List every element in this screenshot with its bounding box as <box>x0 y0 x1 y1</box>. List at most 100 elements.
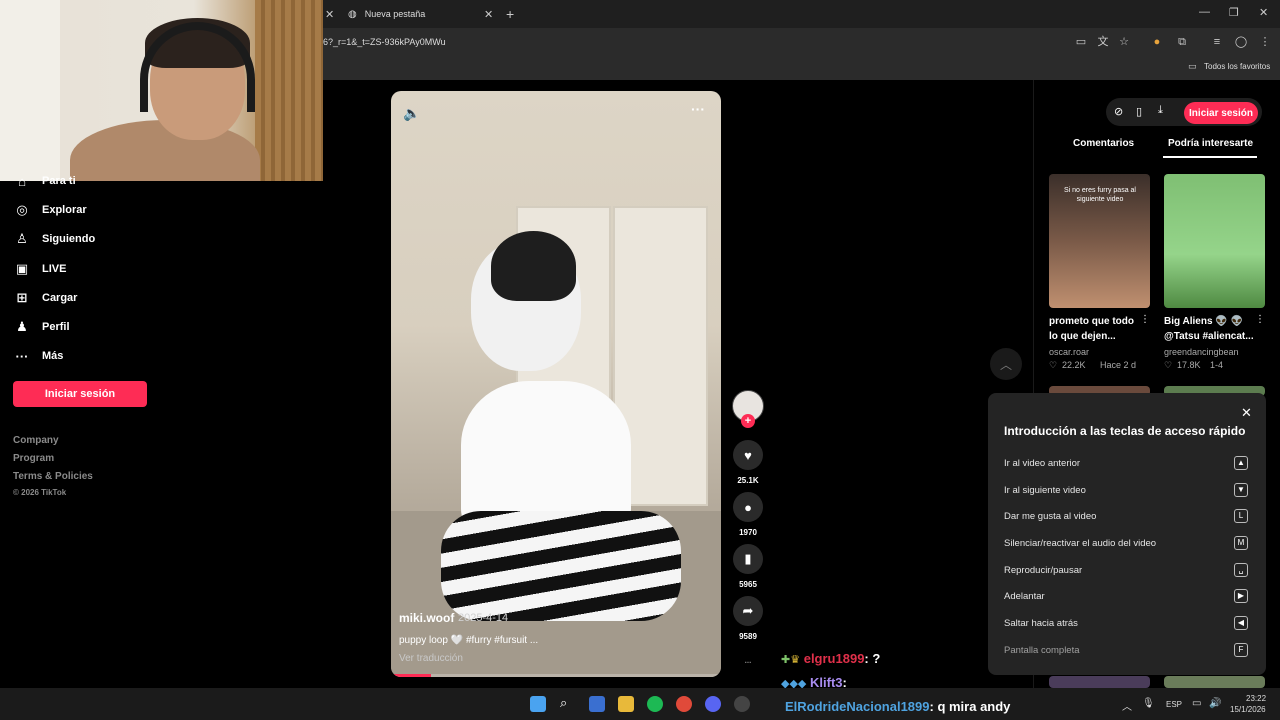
chat-message: ✚♛ elgru1899: ? <box>781 651 880 666</box>
window-close-icon[interactable]: ✕ <box>1259 6 1268 19</box>
obs-icon[interactable] <box>734 696 750 712</box>
video-author[interactable]: miki.woof <box>399 611 454 625</box>
comment-button[interactable]: ● <box>733 492 763 522</box>
recommendation-thumb[interactable]: Si no eres furry pasa al siguiente video <box>1049 174 1150 308</box>
download-icon[interactable]: ⤓ <box>1158 104 1163 117</box>
store-icon[interactable] <box>589 696 605 712</box>
following-icon: ♙ <box>16 231 28 246</box>
sidebar-item-live[interactable]: ▣ LIVE <box>14 261 67 277</box>
key-space-icon: ␣ <box>1234 563 1248 577</box>
video-date: 2025-4-14 <box>458 612 509 624</box>
scroll-up-button[interactable]: ︿ <box>990 348 1022 380</box>
share-icon: ➦ <box>742 603 754 618</box>
minimize-icon[interactable]: — <box>1199 6 1210 18</box>
recommendation-thumb[interactable] <box>1164 174 1265 308</box>
clock-date[interactable]: 15/1/2026 <box>1230 705 1266 714</box>
recommendation-author[interactable]: oscar.roar <box>1049 347 1089 357</box>
network-icon[interactable]: ▭ <box>1192 698 1201 709</box>
account-icon[interactable]: ◯ <box>1234 35 1248 49</box>
shortcut-label: Saltar hacia atrás <box>1004 617 1078 629</box>
chevron-up-icon: ︿ <box>999 357 1012 372</box>
shortcut-row: Ir al siguiente video ▼ <box>1004 483 1248 497</box>
tab-podria-interesarte[interactable]: Podría interesarte <box>1168 138 1253 149</box>
footer-link-company[interactable]: Company <box>13 435 59 446</box>
menu-dots-icon[interactable]: ⋮ <box>1258 35 1272 49</box>
coin-icon[interactable]: ⊘ <box>1114 105 1123 118</box>
more-actions[interactable]: ... <box>728 656 768 665</box>
active-tab-indicator <box>1163 156 1257 158</box>
prev-tab-close-icon[interactable]: ✕ <box>325 8 334 21</box>
volume-tray-icon[interactable]: 🔊 <box>1209 698 1221 709</box>
volume-icon[interactable]: 🔈 <box>403 105 420 122</box>
chrome-icon[interactable] <box>676 696 692 712</box>
follow-plus-icon[interactable]: + <box>741 414 755 428</box>
profile-color-icon[interactable]: ● <box>1150 35 1164 49</box>
file-explorer-icon[interactable] <box>618 696 634 712</box>
sidebar-item-label: Siguiendo <box>42 233 96 245</box>
discord-icon[interactable] <box>705 696 721 712</box>
browser-tab[interactable]: ◍ Nueva pestaña <box>336 0 500 28</box>
device-icon[interactable]: ▯ <box>1136 105 1142 118</box>
rec-more-icon[interactable]: ⋮ <box>1140 314 1150 325</box>
sidebar-item-cargar[interactable]: ⊞ Cargar <box>14 290 78 306</box>
windows-start-icon[interactable] <box>530 696 546 712</box>
recommendation-title[interactable]: prometo que todo lo que dejen... <box>1049 314 1141 344</box>
recommendation-likes: 22.2K <box>1062 360 1086 370</box>
search-icon[interactable]: ⌕ <box>560 695 567 711</box>
save-button[interactable]: ▮ <box>733 544 763 574</box>
tab-close-icon[interactable]: ✕ <box>484 8 493 21</box>
close-icon[interactable]: ✕ <box>1241 405 1252 421</box>
restore-icon[interactable]: ❐ <box>1229 6 1239 19</box>
sidebar-item-explorar[interactable]: ◎ Explorar <box>14 202 87 218</box>
sidebar-item-label: LIVE <box>42 263 67 275</box>
recommendation-time: 1-4 <box>1210 360 1224 370</box>
recommendation-thumb[interactable] <box>1164 676 1265 688</box>
shortcut-label: Ir al video anterior <box>1004 457 1081 469</box>
sidebar-item-label: Explorar <box>42 204 87 216</box>
translate-link[interactable]: Ver traducción <box>399 653 463 664</box>
video-player[interactable]: 🔈 ··· miki.woof 2025-4-14 puppy loop 🤍 #… <box>391 91 721 677</box>
webcam-overlay <box>0 0 323 181</box>
sidebar-item-para-ti[interactable]: ⌂ Para ti <box>14 173 76 189</box>
taskbar <box>0 688 1280 720</box>
sidebar-item-mas[interactable]: ··· Más <box>14 348 64 364</box>
video-progress-bar[interactable] <box>391 674 721 677</box>
recommendation-thumb[interactable] <box>1049 676 1150 688</box>
share-button[interactable]: ➦ <box>733 596 763 626</box>
spotify-icon[interactable] <box>647 696 663 712</box>
recommendation-author[interactable]: greendancingbean <box>1164 347 1239 357</box>
tab-comentarios[interactable]: Comentarios <box>1073 138 1134 149</box>
url-field[interactable]: 6?_r=1&_t=ZS-936kPAy0MWu <box>323 37 446 47</box>
bookmarks-folder[interactable]: Todos los favoritos <box>1204 62 1270 71</box>
sidebar-item-perfil[interactable]: ♟ Perfil <box>14 319 69 335</box>
recommendation-title[interactable]: Big Aliens 👽 👽 @Tatsu #aliencat... <box>1164 314 1256 344</box>
clock-time[interactable]: 23:22 <box>1246 694 1266 703</box>
media-icon[interactable]: ≡ <box>1210 35 1224 49</box>
footer-link-program[interactable]: Program <box>13 453 54 464</box>
like-button[interactable]: ♥ <box>733 440 763 470</box>
cast-icon[interactable]: ▭ <box>1074 35 1088 49</box>
shortcut-row: Reproducir/pausar ␣ <box>1004 563 1248 577</box>
header-login-button[interactable]: Iniciar sesión <box>1184 102 1258 124</box>
sidebar-item-siguiendo[interactable]: ♙ Siguiendo <box>14 231 95 247</box>
microphone-icon[interactable]: 🎙 <box>1142 698 1155 709</box>
translate-icon[interactable]: 文 <box>1096 35 1110 49</box>
language-indicator[interactable]: ESP <box>1166 700 1182 709</box>
bookmark-star-icon[interactable]: ☆ <box>1117 35 1131 49</box>
tab-title: Nueva pestaña <box>364 9 426 19</box>
new-tab-icon[interactable]: + <box>506 6 514 22</box>
comment-count: 1970 <box>739 528 757 537</box>
login-button[interactable]: Iniciar sesión <box>13 381 147 407</box>
chat-text: : ? <box>864 651 881 666</box>
more-icon: ··· <box>15 348 29 364</box>
tray-chevron-icon[interactable]: ︿ <box>1122 698 1132 713</box>
footer-link-terms[interactable]: Terms & Policies <box>13 471 93 482</box>
chat-username: ElRodrideNacional1899 <box>785 699 930 714</box>
key-f-icon: F <box>1234 643 1248 657</box>
key-m-icon: M <box>1234 536 1248 550</box>
extensions-icon[interactable]: ⧉ <box>1175 35 1189 49</box>
sidebar-item-label: Más <box>42 350 64 362</box>
rec-more-icon[interactable]: ⋮ <box>1255 314 1265 325</box>
heart-outline-icon: ♡ <box>1164 360 1173 370</box>
video-more-icon[interactable]: ··· <box>691 101 705 117</box>
